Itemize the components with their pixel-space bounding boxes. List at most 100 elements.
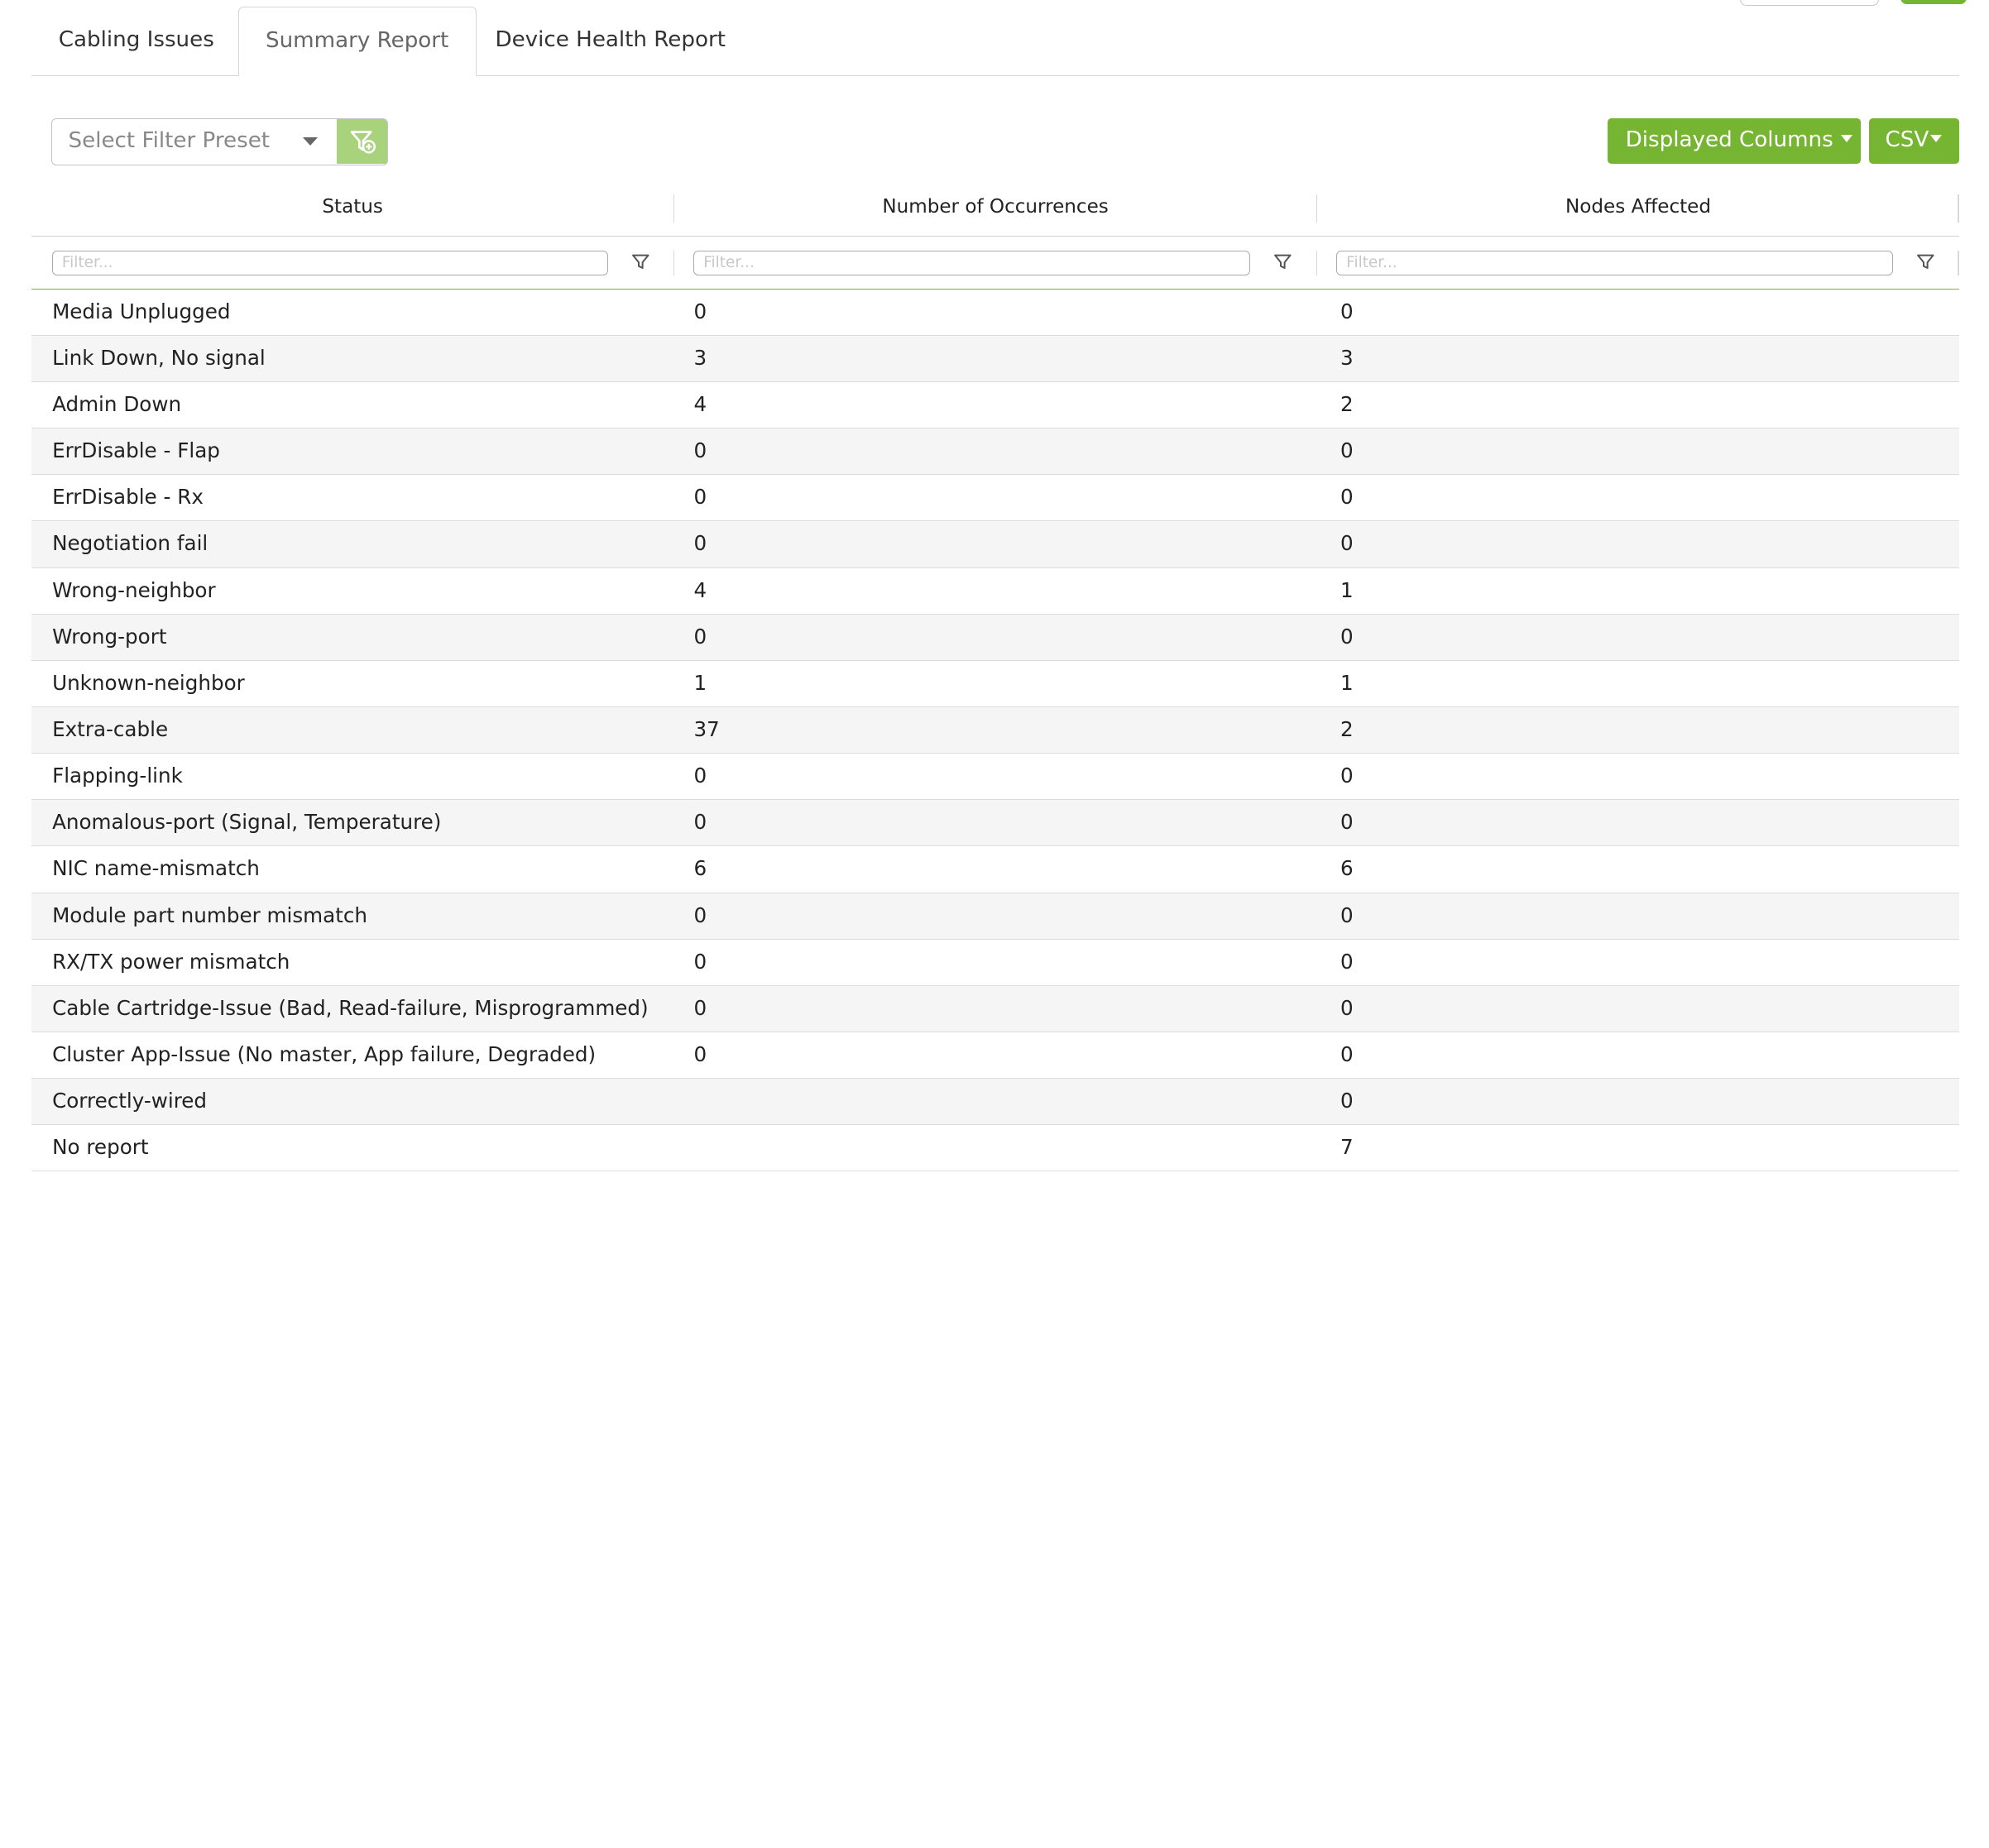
cell-occurrences: 0 <box>693 810 707 835</box>
cell-nodes-affected: 7 <box>1340 1135 1354 1160</box>
cell-occurrences: 37 <box>693 716 720 741</box>
cell-status: Extra-cable <box>52 716 169 741</box>
summary-table: Status Number of Occurrences Nodes Affec… <box>31 180 1959 1172</box>
cell-nodes-affected: 3 <box>1340 345 1354 370</box>
cell-status: Flapping-link <box>52 764 183 788</box>
column-header-occurrences[interactable]: Number of Occurrences <box>674 180 1316 236</box>
cell-status: Wrong-port <box>52 624 167 649</box>
displayed-columns-button[interactable]: Displayed Columns <box>1608 118 1862 165</box>
table-row[interactable]: Admin Down 4 2 <box>31 381 1959 429</box>
summary-report-page: Cabling Issues Summary Report Device Hea… <box>0 0 1988 1200</box>
cell-nodes-affected: 6 <box>1340 856 1354 881</box>
cell-occurrences: 0 <box>693 531 707 556</box>
csv-label: CSV <box>1885 127 1929 153</box>
cell-occurrences: 0 <box>693 299 707 323</box>
tab-cabling-issues[interactable]: Cabling Issues <box>31 7 241 75</box>
cell-status: Anomalous-port (Signal, Temperature) <box>52 810 442 835</box>
cell-nodes-affected: 2 <box>1340 391 1354 416</box>
cell-nodes-affected: 0 <box>1340 624 1354 649</box>
table-row[interactable]: No report 7 <box>31 1125 1959 1172</box>
nodes-affected-filter-input[interactable] <box>1336 250 1893 276</box>
csv-button[interactable]: CSV <box>1868 118 1959 165</box>
cell-nodes-affected: 2 <box>1340 716 1354 741</box>
cell-occurrences: 4 <box>693 391 707 416</box>
cell-status: ErrDisable - Flap <box>52 438 220 463</box>
filter-icon[interactable] <box>1915 251 1936 272</box>
filter-icon[interactable] <box>630 251 651 272</box>
table-row[interactable]: Media Unplugged 0 0 <box>31 289 1959 336</box>
filter-preset-select[interactable]: Select Filter Preset <box>50 118 389 165</box>
report-tabs: Cabling Issues Summary Report Device Hea… <box>31 0 1959 77</box>
table-row[interactable]: Correctly-wired 0 <box>31 1079 1959 1126</box>
cell-nodes-affected: 0 <box>1340 438 1354 463</box>
cell-status: Wrong-neighbor <box>52 577 216 602</box>
table-row[interactable]: Anomalous-port (Signal, Temperature) 0 0 <box>31 800 1959 847</box>
cell-occurrences: 3 <box>693 345 707 370</box>
table-row[interactable]: RX/TX power mismatch 0 0 <box>31 939 1959 986</box>
chevron-down-icon <box>1929 135 1942 143</box>
cell-nodes-affected: 0 <box>1340 485 1354 510</box>
filter-add-icon <box>350 131 376 154</box>
table-row[interactable]: ErrDisable - Rx 0 0 <box>31 475 1959 522</box>
cell-occurrences: 0 <box>693 485 707 510</box>
cell-nodes-affected: 0 <box>1340 1041 1354 1066</box>
cell-status: Cluster App-Issue (No master, App failur… <box>52 1041 597 1066</box>
cell-occurrences: 0 <box>693 949 707 974</box>
cell-status: Link Down, No signal <box>52 345 266 370</box>
cell-status: Unknown-neighbor <box>52 670 245 695</box>
cell-occurrences: 0 <box>693 995 707 1020</box>
filter-preset-placeholder: Select Filter Preset <box>68 128 271 154</box>
occurrences-filter-input[interactable] <box>693 250 1250 276</box>
table-row[interactable]: NIC name-mismatch 6 6 <box>31 846 1959 893</box>
table-row[interactable]: Unknown-neighbor 1 1 <box>31 660 1959 707</box>
cell-occurrences: 0 <box>693 624 707 649</box>
column-header-nodes-affected[interactable]: Nodes Affected <box>1317 180 1958 236</box>
table-row[interactable]: Flapping-link 0 0 <box>31 754 1959 801</box>
cell-nodes-affected: 0 <box>1340 995 1354 1020</box>
cell-nodes-affected: 1 <box>1340 577 1354 602</box>
cell-nodes-affected: 1 <box>1340 670 1354 695</box>
column-divider <box>1958 250 1959 276</box>
cell-status: Cable Cartridge-Issue (Bad, Read-failure… <box>52 995 649 1020</box>
table-row[interactable]: Extra-cable 37 2 <box>31 706 1959 754</box>
cell-status: RX/TX power mismatch <box>52 949 290 974</box>
column-divider[interactable] <box>1958 194 1959 223</box>
tab-device-health-report[interactable]: Device Health Report <box>468 7 752 75</box>
cell-status: Module part number mismatch <box>52 902 367 927</box>
chevron-down-icon <box>302 136 318 146</box>
cell-status: Admin Down <box>52 391 182 416</box>
table-row[interactable]: Wrong-port 0 0 <box>31 614 1959 661</box>
table-row[interactable]: Cable Cartridge-Issue (Bad, Read-failure… <box>31 985 1959 1032</box>
cell-status: Correctly-wired <box>52 1089 208 1113</box>
filter-icon[interactable] <box>1272 251 1293 272</box>
table-header: Status Number of Occurrences Nodes Affec… <box>31 180 1959 237</box>
add-filter-preset-button[interactable] <box>336 119 388 164</box>
table-row[interactable]: Module part number mismatch 0 0 <box>31 893 1959 940</box>
cell-occurrences: 1 <box>693 670 707 695</box>
cell-nodes-affected: 0 <box>1340 1089 1354 1113</box>
table-row[interactable]: ErrDisable - Flap 0 0 <box>31 428 1959 476</box>
cell-occurrences: 0 <box>693 438 707 463</box>
column-header-status[interactable]: Status <box>31 180 673 236</box>
cell-occurrences: 6 <box>693 856 707 881</box>
cell-nodes-affected: 0 <box>1340 810 1354 835</box>
table-body: Media Unplugged 0 0 Link Down, No signal 3 3 A… <box>31 289 1959 1172</box>
table-row[interactable]: Negotiation fail 0 0 <box>31 521 1959 568</box>
column-divider <box>673 250 675 276</box>
displayed-columns-label: Displayed Columns <box>1625 127 1833 153</box>
tab-summary-report[interactable]: Summary Report <box>237 6 477 77</box>
cell-status: Negotiation fail <box>52 531 208 556</box>
cell-nodes-affected: 0 <box>1340 764 1354 788</box>
cell-status: No report <box>52 1135 149 1160</box>
cell-nodes-affected: 0 <box>1340 299 1354 323</box>
cell-status: Media Unplugged <box>52 299 231 323</box>
table-row[interactable]: Wrong-neighbor 4 1 <box>31 567 1959 615</box>
chevron-down-icon <box>1840 135 1852 143</box>
cell-nodes-affected: 0 <box>1340 531 1354 556</box>
table-row[interactable]: Link Down, No signal 3 3 <box>31 335 1959 382</box>
table-row[interactable]: Cluster App-Issue (No master, App failur… <box>31 1032 1959 1080</box>
cell-status: NIC name-mismatch <box>52 856 260 881</box>
status-filter-input[interactable] <box>52 250 609 276</box>
cell-occurrences: 0 <box>693 902 707 927</box>
table-filter-row <box>31 237 1959 290</box>
